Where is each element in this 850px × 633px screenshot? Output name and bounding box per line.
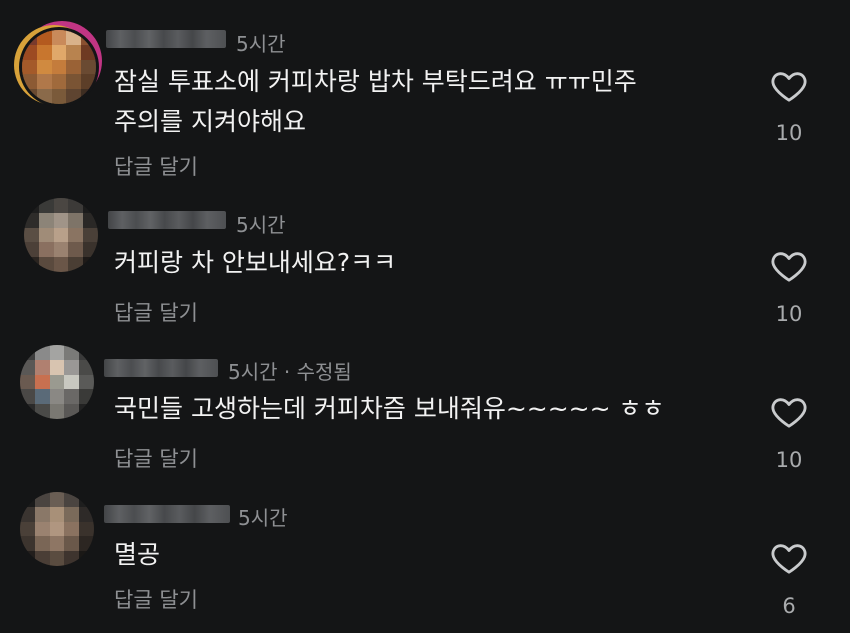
- avatar[interactable]: [24, 198, 98, 272]
- avatar[interactable]: [22, 30, 96, 104]
- username[interactable]: [104, 359, 218, 377]
- heart-outline-icon: [771, 398, 807, 428]
- like-count: 10: [775, 121, 803, 145]
- timestamp: 5시간: [228, 360, 278, 384]
- comment-text-line: 국민들 고생하는데 커피차즘 보내줘유~~~~~ ㅎㅎ: [114, 394, 665, 423]
- edited-label: · 수정됨: [277, 360, 352, 384]
- timestamp: 5시간: [236, 213, 286, 237]
- comment-meta: 5시간 · 수정됨: [228, 356, 352, 385]
- like-button[interactable]: [769, 246, 809, 286]
- heart-outline-icon: [771, 252, 807, 282]
- like-count: 10: [775, 448, 803, 472]
- heart-outline-icon: [771, 72, 807, 102]
- comment-text: 멸공: [114, 535, 160, 575]
- reply-button[interactable]: 답글 달기: [114, 584, 198, 614]
- comment-text-line: 주의를 지켜야해요: [114, 107, 306, 136]
- reply-button[interactable]: 답글 달기: [114, 151, 198, 181]
- comment-text: 커피랑 차 안보내세요?ㅋㅋ: [114, 243, 396, 283]
- avatar[interactable]: [20, 345, 94, 419]
- username[interactable]: [104, 505, 230, 523]
- heart-outline-icon: [771, 544, 807, 574]
- comment-text-line: 멸공: [114, 540, 161, 569]
- reply-button[interactable]: 답글 달기: [114, 297, 198, 327]
- comment-meta: 5시간: [236, 28, 286, 57]
- comment-text: 잠실 투표소에 커피차랑 밥차 부탁드려요 ㅠㅠ민주주의를 지켜야해요: [114, 62, 637, 142]
- username[interactable]: [106, 30, 226, 48]
- reply-button[interactable]: 답글 달기: [114, 443, 198, 473]
- like-button[interactable]: [769, 392, 809, 432]
- comment-meta: 5시간: [236, 209, 286, 238]
- like-button[interactable]: [769, 538, 809, 578]
- comment-text: 국민들 고생하는데 커피차즘 보내줘유~~~~~ ㅎㅎ: [114, 389, 665, 429]
- like-count: 10: [775, 302, 803, 326]
- timestamp: 5시간: [238, 506, 288, 530]
- username[interactable]: [108, 211, 226, 229]
- avatar[interactable]: [20, 492, 94, 566]
- comment-text-line: 잠실 투표소에 커피차랑 밥차 부탁드려요 ㅠㅠ민주: [114, 67, 637, 96]
- comment-text-line: 커피랑 차 안보내세요?ㅋㅋ: [114, 248, 397, 277]
- like-button[interactable]: [769, 66, 809, 106]
- comment-meta: 5시간: [238, 502, 288, 531]
- timestamp: 5시간: [236, 32, 286, 56]
- like-count: 6: [782, 594, 796, 618]
